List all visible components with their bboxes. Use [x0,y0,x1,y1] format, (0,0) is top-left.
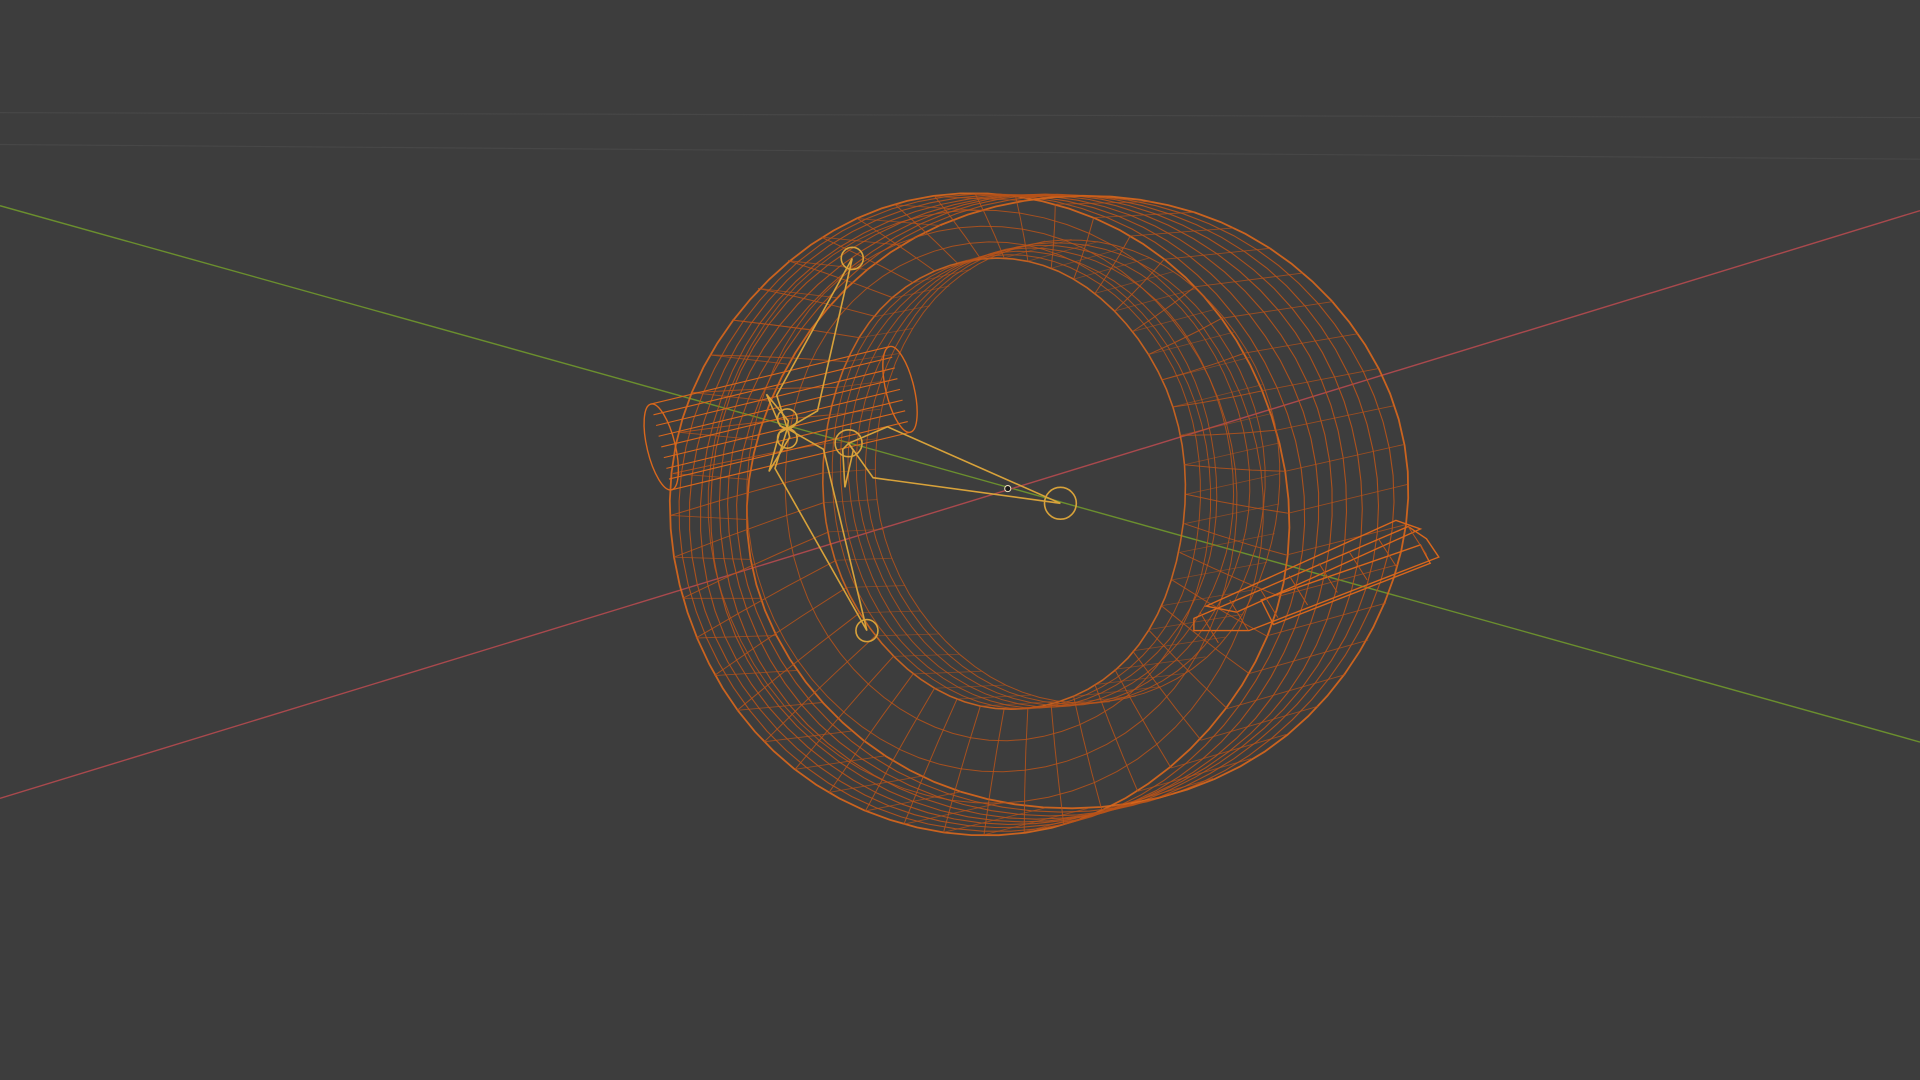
band-mesh-back-wires[interactable] [668,192,1410,837]
inner-ring-loop[interactable] [821,257,1187,711]
cylinder-edge[interactable] [650,345,890,405]
outer-ring-loop[interactable] [689,194,1320,829]
longitudinal-edge[interactable] [670,514,748,521]
x-axis-line [0,209,1920,800]
longitudinal-edge[interactable] [1249,639,1369,675]
inner-longitudinal-edge[interactable] [1114,288,1197,312]
inner-longitudinal-edge[interactable] [1148,331,1235,356]
front-face-loop[interactable] [784,241,1212,742]
longitudinal-edge[interactable] [672,473,750,480]
clasp-face[interactable] [1260,544,1432,626]
inner-longitudinal-edge[interactable] [956,694,1031,700]
clasp-edge[interactable] [1229,599,1249,631]
longitudinal-edge[interactable] [764,730,852,743]
longitudinal-edge[interactable] [1194,272,1304,288]
clasp-edge[interactable] [1378,538,1398,568]
3d-viewport[interactable] [0,0,1920,1080]
radial-edge[interactable] [1114,669,1172,769]
y-axis-line [0,205,1920,743]
left-clasp-cylinder[interactable] [637,343,924,493]
longitudinal-edge[interactable] [1263,368,1379,392]
inner-longitudinal-edge[interactable] [1148,614,1242,630]
longitudinal-edge[interactable] [1288,484,1408,514]
inner-ring-loop[interactable] [874,239,1281,704]
armature-bone[interactable] [775,258,853,430]
axis-lines [0,205,1920,800]
armature-bone[interactable] [847,425,1061,505]
floor-grid [0,112,1920,160]
longitudinal-edge[interactable] [1101,777,1214,811]
cylinder-edge[interactable] [661,388,901,448]
clasp-face[interactable] [1203,519,1423,613]
radial-edge[interactable] [974,193,1005,258]
grid-line [0,143,1920,160]
viewport-scene[interactable] [0,0,1920,1080]
longitudinal-edge[interactable] [1221,301,1334,319]
longitudinal-edge[interactable] [1244,333,1359,354]
cylinder-edge[interactable] [653,356,893,416]
grid-line [0,112,1920,119]
object-origin-point[interactable] [1004,485,1012,493]
inner-longitudinal-edge[interactable] [1132,636,1226,652]
inner-longitudinal-edge[interactable] [859,328,914,339]
object-origins[interactable] [1004,485,1012,493]
longitudinal-edge[interactable] [737,702,823,711]
longitudinal-edge[interactable] [1276,405,1394,431]
